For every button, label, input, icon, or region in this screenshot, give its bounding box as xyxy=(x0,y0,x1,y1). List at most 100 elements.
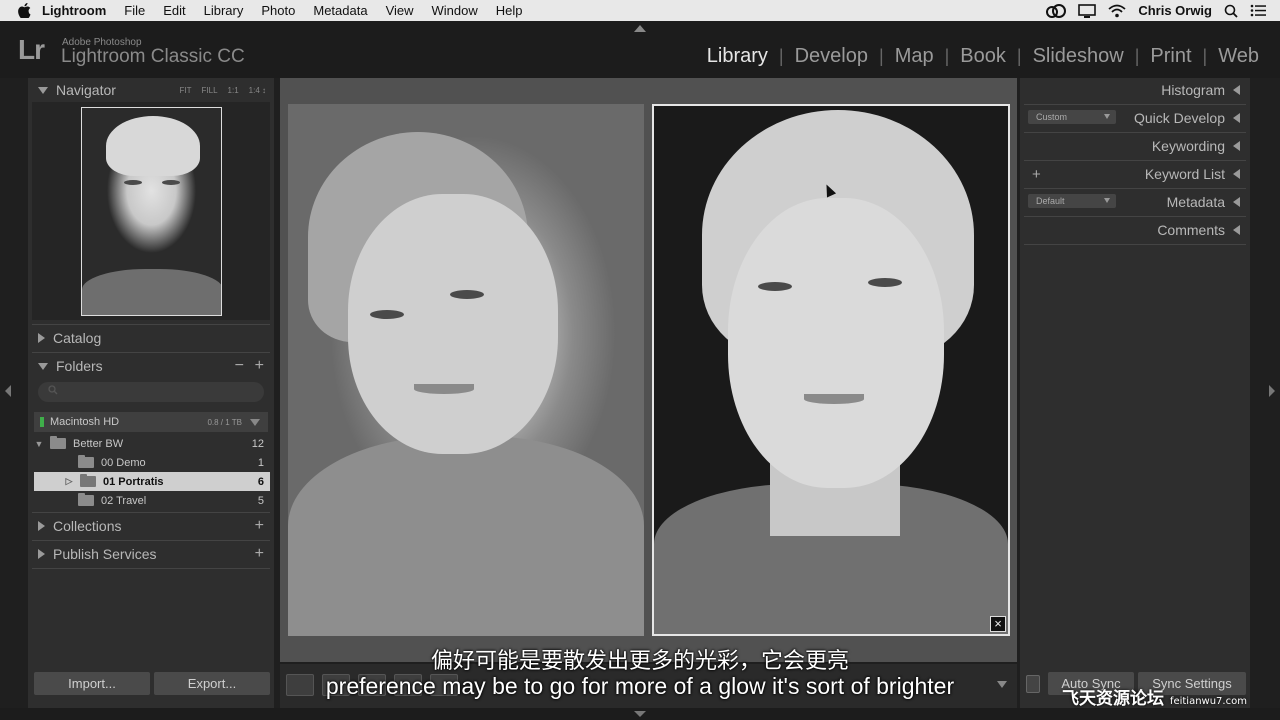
panel-divider xyxy=(32,568,270,569)
collapse-left-panel-icon[interactable] xyxy=(5,385,11,397)
photo-select[interactable] xyxy=(288,104,644,636)
navigator-header[interactable]: Navigator FIT FILL 1:1 1:4 ↕ xyxy=(32,78,270,102)
disclosure-right-icon[interactable]: ▷ xyxy=(64,476,74,487)
add-collection-icon[interactable]: + xyxy=(255,517,264,535)
menubar-status-area: Chris Orwig xyxy=(1046,0,1280,21)
zoom-1-1[interactable]: 1:1 xyxy=(228,86,239,95)
folder-count: 6 xyxy=(257,475,264,488)
apple-icon[interactable] xyxy=(14,0,34,21)
menu-photo[interactable]: Photo xyxy=(252,0,304,21)
creative-cloud-icon[interactable] xyxy=(1046,3,1067,18)
lightroom-logo: Lr xyxy=(18,34,45,65)
collections-header[interactable]: Collections + xyxy=(32,514,270,538)
catalog-title: Catalog xyxy=(53,330,102,346)
thumb-eye xyxy=(162,180,180,185)
disclosure-left-icon xyxy=(1233,225,1240,235)
comments-header[interactable]: Comments xyxy=(1024,218,1246,242)
panel-divider xyxy=(1024,244,1246,245)
panel-divider xyxy=(1024,216,1246,217)
metadata-preset-dropdown[interactable]: Default xyxy=(1028,194,1116,208)
menubar-user-name[interactable]: Chris Orwig xyxy=(1138,3,1212,18)
menu-edit[interactable]: Edit xyxy=(154,0,194,21)
navigator-zoom-options: FIT FILL 1:1 1:4 ↕ xyxy=(180,86,266,95)
navigator-preview[interactable] xyxy=(32,102,270,320)
histogram-header[interactable]: Histogram xyxy=(1024,78,1246,102)
folders-header[interactable]: Folders − + xyxy=(32,354,270,378)
collapse-filmstrip-icon[interactable] xyxy=(634,711,646,717)
photo-candidate-selected[interactable]: × xyxy=(652,104,1010,636)
publish-services-header[interactable]: Publish Services + xyxy=(32,542,270,566)
folder-item[interactable]: 02 Travel 5 xyxy=(34,491,270,510)
zoom-1-4[interactable]: 1:4 ↕ xyxy=(249,86,266,95)
spotlight-search-icon[interactable] xyxy=(1224,4,1238,18)
folder-item[interactable]: 00 Demo 1 xyxy=(34,453,270,472)
zoom-fit[interactable]: FIT xyxy=(180,86,192,95)
disclosure-down-icon xyxy=(38,86,48,94)
chevron-down-icon[interactable] xyxy=(250,418,260,426)
keywording-header[interactable]: Keywording xyxy=(1024,134,1246,158)
folder-item-selected[interactable]: ▷ 01 Portratis 6 xyxy=(34,472,270,491)
volume-macintosh-hd[interactable]: Macintosh HD 0.8 / 1 TB xyxy=(34,412,268,432)
saved-preset-dropdown[interactable]: Custom xyxy=(1028,110,1116,124)
add-keyword-icon[interactable]: + xyxy=(1032,166,1041,183)
menu-view[interactable]: View xyxy=(377,0,423,21)
module-print[interactable]: Print xyxy=(1139,45,1202,68)
search-icon xyxy=(48,385,58,395)
add-folder-icon[interactable]: + xyxy=(255,357,264,375)
watermark-text: 飞天资源论坛 xyxy=(1062,689,1164,709)
folder-icon xyxy=(80,474,96,487)
menu-window[interactable]: Window xyxy=(423,0,487,21)
display-icon[interactable] xyxy=(1078,3,1097,18)
keyword-list-title: Keyword List xyxy=(1144,166,1225,182)
wifi-icon[interactable] xyxy=(1108,4,1126,18)
comments-title: Comments xyxy=(1157,222,1225,238)
photo-face xyxy=(348,194,558,454)
add-publish-service-icon[interactable]: + xyxy=(255,545,264,563)
menu-app[interactable]: Lightroom xyxy=(34,0,115,21)
module-web[interactable]: Web xyxy=(1207,45,1270,68)
folders-title: Folders xyxy=(56,358,103,374)
remove-folder-icon[interactable]: − xyxy=(235,357,244,375)
module-develop[interactable]: Develop xyxy=(784,45,879,68)
keyword-list-header[interactable]: + Keyword List xyxy=(1024,162,1246,186)
panel-divider xyxy=(1024,160,1246,161)
folder-item[interactable]: ▼ Better BW 12 xyxy=(34,434,270,453)
panel-divider xyxy=(32,324,270,325)
photo-shirt xyxy=(288,436,644,636)
volume-status-icon xyxy=(40,417,44,427)
metadata-header[interactable]: Default Metadata xyxy=(1024,190,1246,214)
collapse-top-panel-icon[interactable] xyxy=(634,25,646,32)
photo-eye xyxy=(450,290,484,299)
panel-divider xyxy=(32,352,270,353)
filmstrip-edge xyxy=(0,708,1280,720)
photo-mouth xyxy=(414,384,474,394)
menu-help[interactable]: Help xyxy=(487,0,532,21)
disclosure-right-icon xyxy=(38,333,45,343)
folder-search-input[interactable] xyxy=(38,382,264,402)
module-slideshow[interactable]: Slideshow xyxy=(1022,45,1135,68)
menu-metadata[interactable]: Metadata xyxy=(304,0,376,21)
volume-name: Macintosh HD xyxy=(50,416,120,428)
quick-develop-header[interactable]: Custom Quick Develop xyxy=(1024,106,1246,130)
collapse-right-panel-icon[interactable] xyxy=(1269,385,1275,397)
identity-line-2: Lightroom Classic CC xyxy=(61,46,245,67)
notification-center-icon[interactable] xyxy=(1250,4,1266,17)
zoom-fill[interactable]: FILL xyxy=(202,86,218,95)
module-book[interactable]: Book xyxy=(949,45,1017,68)
folder-name: 01 Portratis xyxy=(103,475,164,488)
watermark-site: feitianwu7.com xyxy=(1169,696,1247,707)
keywording-title: Keywording xyxy=(1151,138,1225,154)
module-library[interactable]: Library xyxy=(696,45,779,68)
disclosure-right-icon xyxy=(38,521,45,531)
menu-file[interactable]: File xyxy=(115,0,154,21)
folder-count: 5 xyxy=(257,494,264,507)
navigator-title: Navigator xyxy=(56,82,116,98)
folder-icon xyxy=(78,493,94,506)
catalog-header[interactable]: Catalog xyxy=(32,326,270,350)
module-map[interactable]: Map xyxy=(884,45,945,68)
right-edge-strip xyxy=(1263,78,1280,708)
disclosure-down-icon[interactable]: ▼ xyxy=(34,439,44,449)
photo-eye xyxy=(758,282,792,291)
menu-library[interactable]: Library xyxy=(195,0,253,21)
close-icon[interactable]: × xyxy=(990,616,1006,632)
